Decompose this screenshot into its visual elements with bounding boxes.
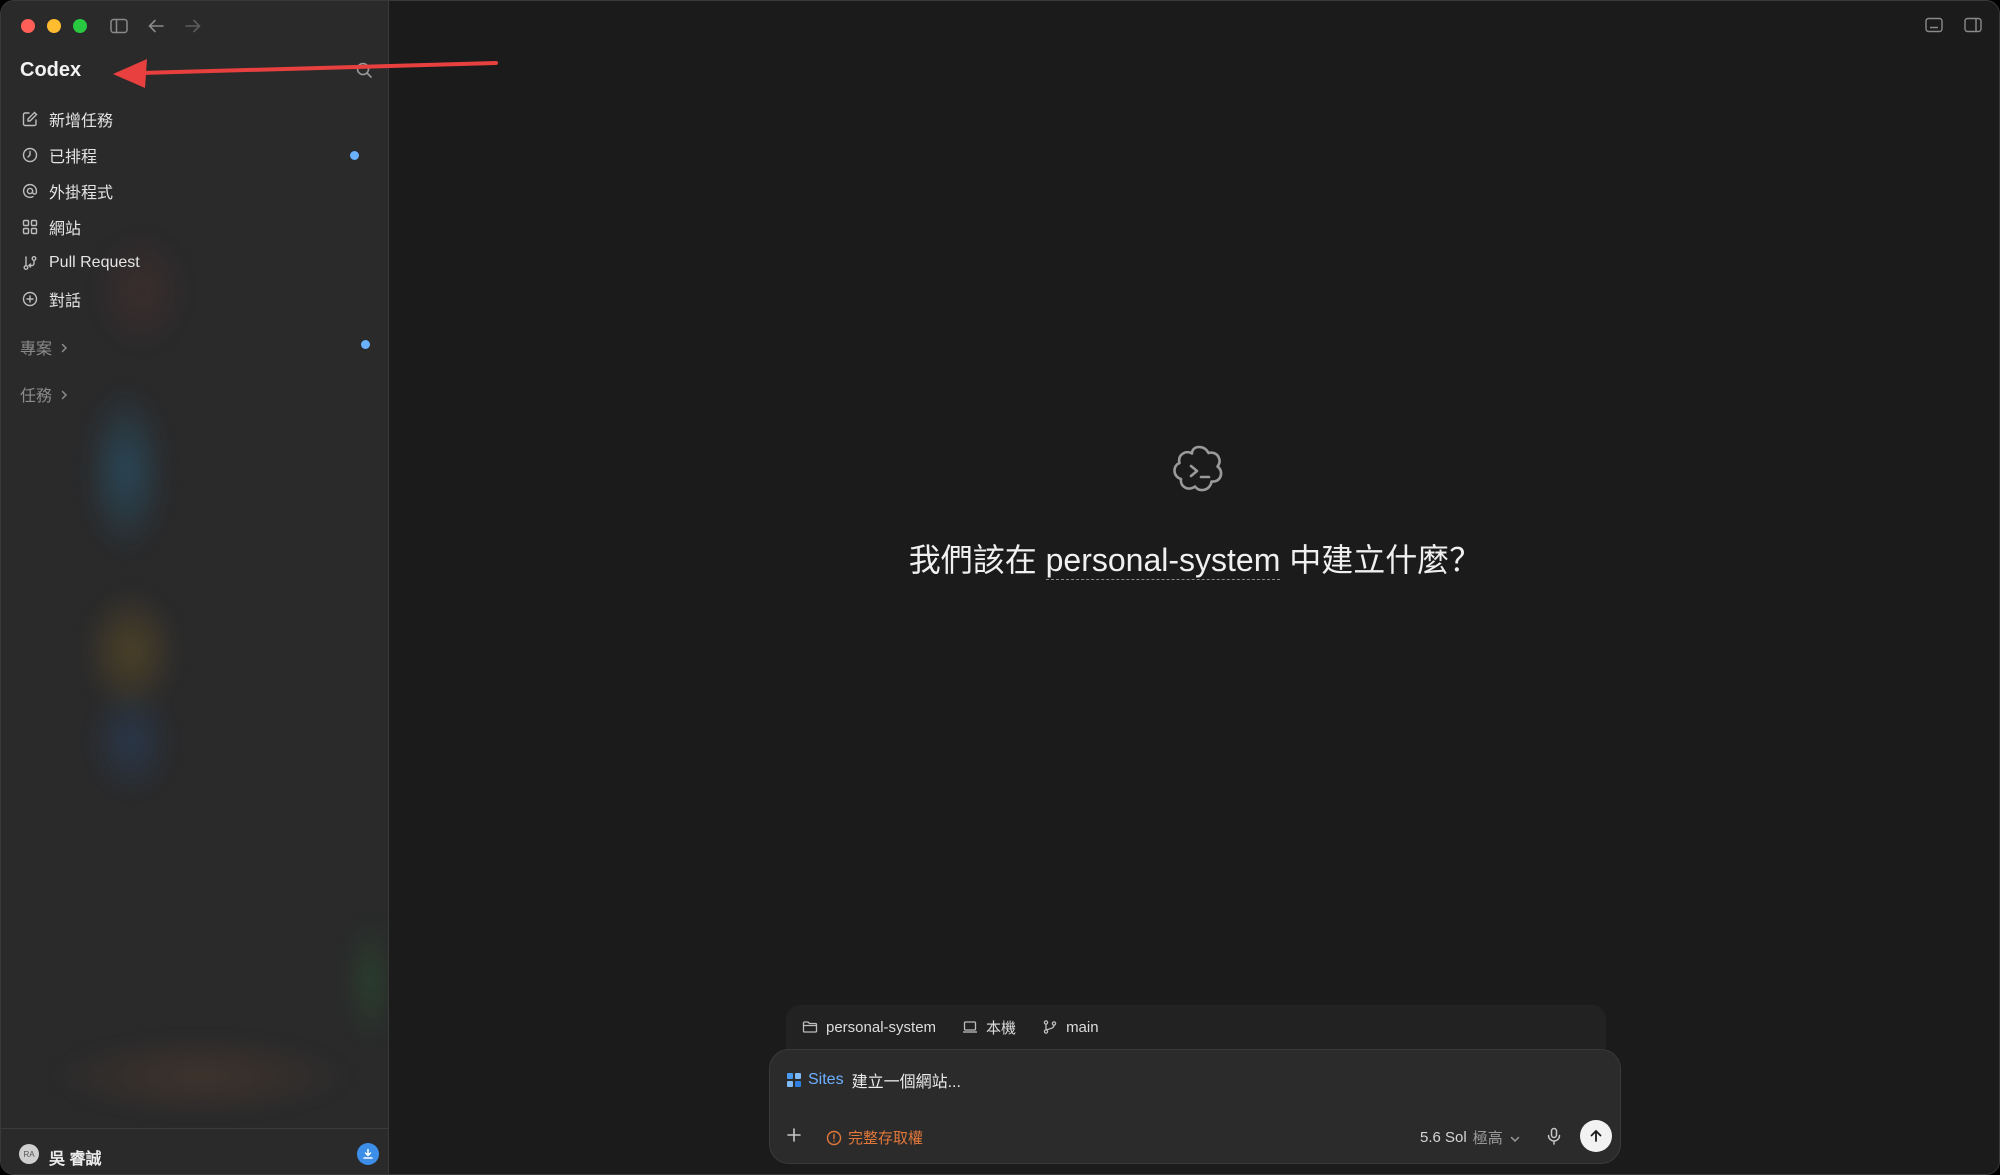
access-label: 完整存取權 — [848, 1130, 924, 1147]
sidebar-item-label: 外掛程式 — [49, 185, 114, 202]
sidebar-item-pull-request[interactable]: Pull Request — [15, 245, 375, 281]
sites-icon — [786, 1072, 802, 1088]
sidebar-toggle-icon[interactable] — [108, 15, 130, 37]
sidebar-nav: 新增任務 已排程 外掛程式 網站 Pull Request 對話 — [15, 101, 375, 317]
sidebar-item-label: 對話 — [49, 293, 82, 310]
chevron-right-icon — [58, 388, 70, 400]
search-icon[interactable] — [355, 61, 375, 81]
at-icon — [21, 182, 39, 200]
codex-logo-icon — [1169, 441, 1229, 501]
environment-name: 本機 — [986, 1019, 1017, 1037]
download-icon — [363, 1148, 373, 1159]
prompt-composer[interactable]: Sites 建立一個網站... 完整存取權 5.6 Sol 極高 — [769, 1049, 1621, 1164]
section-label: 專案 — [20, 341, 53, 358]
terminal-panel-icon[interactable] — [1925, 17, 1945, 35]
sidebar-item-sites[interactable]: 網站 — [15, 209, 375, 245]
app-title: Codex — [20, 59, 82, 81]
hero-prefix: 我們該在 — [908, 542, 1046, 578]
app-window: Codex 新增任務 已排程 外掛程式 網站 Pull Request 對話 專… — [0, 0, 2000, 1175]
chevron-right-icon — [58, 341, 70, 353]
arrow-up-icon — [1590, 1129, 1602, 1142]
user-name[interactable]: 吳 睿誠 — [49, 1145, 101, 1169]
sidebar-footer: RA 吳 睿誠 — [1, 1128, 388, 1174]
environment-selector[interactable]: 本機 — [962, 1017, 1016, 1038]
prompt-placeholder: 建立一個網站... — [851, 1074, 961, 1091]
zoom-window-button[interactable] — [73, 19, 87, 33]
sidebar-item-label: 網站 — [49, 221, 82, 238]
sidebar-item-label: 已排程 — [49, 149, 98, 166]
sites-tag[interactable]: Sites — [808, 1071, 844, 1089]
unread-badge — [350, 150, 359, 160]
project-selector[interactable]: personal-system — [802, 1019, 936, 1036]
avatar[interactable]: RA — [19, 1144, 39, 1164]
close-window-button[interactable] — [21, 19, 35, 33]
unread-badge — [361, 340, 370, 349]
send-button[interactable] — [1580, 1120, 1612, 1152]
prompt-input[interactable]: Sites 建立一個網站... — [786, 1068, 961, 1092]
back-arrow-icon[interactable] — [145, 15, 167, 37]
download-update-button[interactable] — [357, 1143, 379, 1165]
minimize-window-button[interactable] — [47, 19, 61, 33]
chat-plus-icon — [21, 290, 39, 308]
right-panel-toggle-icon[interactable] — [1964, 17, 1984, 35]
window-controls — [21, 19, 87, 33]
forward-arrow-icon[interactable] — [182, 15, 204, 37]
context-bar: personal-system 本機 main — [786, 1005, 1606, 1049]
hero-suffix: 中建立什麼？ — [1280, 542, 1482, 578]
model-name: 5.6 Sol — [1420, 1129, 1467, 1146]
section-tasks[interactable]: 任務 — [20, 382, 70, 406]
sidebar-item-new-task[interactable]: 新增任務 — [15, 101, 375, 137]
sidebar-item-chat[interactable]: 對話 — [15, 281, 375, 317]
reasoning-level: 極高 — [1472, 1130, 1503, 1147]
folder-icon — [802, 1019, 818, 1035]
edit-icon — [21, 110, 39, 128]
plus-icon — [787, 1128, 801, 1142]
section-label: 任務 — [20, 388, 53, 405]
hero-title: 我們該在 personal-system 中建立什麼？ — [389, 535, 1999, 581]
laptop-icon — [962, 1019, 978, 1035]
git-branch-icon — [1042, 1019, 1058, 1035]
sidebar-item-scheduled[interactable]: 已排程 — [15, 137, 375, 173]
branch-name: main — [1066, 1018, 1099, 1036]
chevron-down-icon — [1509, 1132, 1521, 1144]
project-name: personal-system — [826, 1018, 937, 1036]
clock-icon — [21, 146, 39, 164]
sidebar-item-label: 新增任務 — [49, 113, 114, 130]
section-projects[interactable]: 專案 — [20, 335, 70, 359]
branch-selector[interactable]: main — [1042, 1019, 1099, 1036]
access-level-button[interactable]: 完整存取權 — [826, 1127, 923, 1148]
grid-icon — [21, 218, 39, 236]
main-panel — [389, 1, 1999, 1174]
sidebar-item-label: Pull Request — [49, 254, 140, 271]
warning-circle-icon — [826, 1130, 842, 1146]
microphone-icon[interactable] — [1544, 1126, 1564, 1146]
sidebar-item-plugins[interactable]: 外掛程式 — [15, 173, 375, 209]
sidebar: Codex 新增任務 已排程 外掛程式 網站 Pull Request 對話 專… — [1, 1, 389, 1174]
model-selector[interactable]: 5.6 Sol 極高 — [1420, 1127, 1521, 1148]
pull-request-icon — [21, 254, 39, 272]
attach-plus-button[interactable] — [784, 1125, 806, 1147]
hero-project-link[interactable]: personal-system — [1045, 542, 1281, 580]
